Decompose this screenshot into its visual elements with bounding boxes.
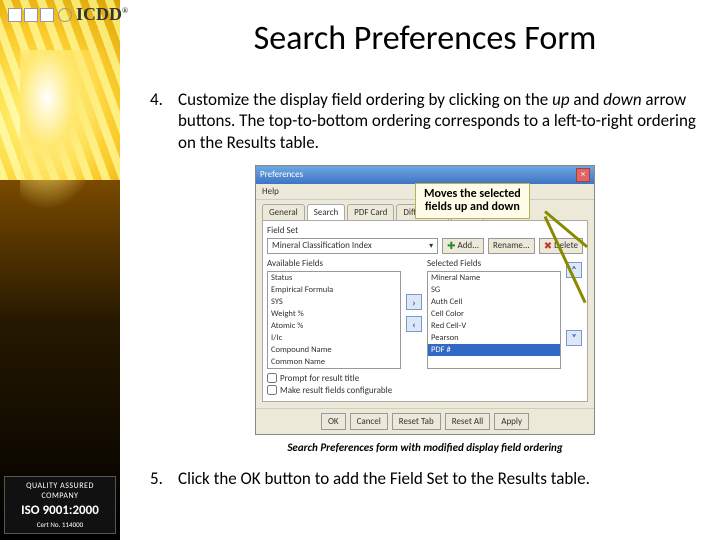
- reset-all-button[interactable]: Reset All: [445, 413, 491, 430]
- reset-tab-button[interactable]: Reset Tab: [392, 413, 441, 430]
- list-item[interactable]: Cell Color: [428, 308, 560, 320]
- dialog-title: Preferences: [260, 169, 303, 180]
- list-item[interactable]: Common Name: [268, 356, 400, 368]
- badge-iso: ISO 9001:2000: [7, 503, 113, 518]
- move-right-button[interactable]: ›: [406, 294, 422, 310]
- tab-search[interactable]: Search: [307, 204, 345, 220]
- add-button[interactable]: ✚Add...: [442, 238, 484, 254]
- callout-annotation: Moves the selected fields up and down: [415, 183, 530, 219]
- close-icon[interactable]: ×: [576, 168, 590, 182]
- ok-button[interactable]: OK: [321, 413, 346, 430]
- badge-line1: QUALITY ASSURED COMPANY: [7, 481, 113, 501]
- list-item[interactable]: SYS: [268, 296, 400, 308]
- list-item[interactable]: Author: [268, 368, 400, 369]
- fieldset-combo[interactable]: Mineral Classification Index ▾: [267, 238, 438, 254]
- tab-general[interactable]: General: [262, 204, 305, 220]
- list-item[interactable]: Compound Name: [268, 344, 400, 356]
- brand-text: ICDD: [76, 4, 122, 24]
- list-item[interactable]: Empirical Formula: [268, 284, 400, 296]
- step-5-body: Click the OK button to add the Field Set…: [178, 468, 700, 489]
- step-4-number: 4.: [150, 89, 178, 153]
- dialog-titlebar[interactable]: Preferences ×: [256, 166, 594, 184]
- list-item[interactable]: PDF #: [428, 344, 560, 356]
- chevron-down-icon: ▾: [429, 241, 433, 251]
- list-item[interactable]: Status: [268, 272, 400, 284]
- available-fields-list[interactable]: Status Empirical Formula SYS Weight % At…: [267, 271, 401, 369]
- list-item[interactable]: Weight %: [268, 308, 400, 320]
- step-4: 4. Customize the display field ordering …: [150, 89, 700, 153]
- selected-fields-list[interactable]: Mineral Name SG Auth Cell Cell Color Red…: [427, 271, 561, 369]
- quality-badge: QUALITY ASSURED COMPANY ISO 9001:2000 Ce…: [4, 476, 116, 534]
- list-item[interactable]: I/Ic: [268, 332, 400, 344]
- move-left-button[interactable]: ‹: [406, 316, 422, 332]
- callout-line2: fields up and down: [424, 201, 521, 214]
- list-item[interactable]: Pearson: [428, 332, 560, 344]
- list-item[interactable]: SG: [428, 284, 560, 296]
- move-down-button[interactable]: ˅: [566, 330, 582, 346]
- list-item[interactable]: Atomic %: [268, 320, 400, 332]
- step-5: 5. Click the OK button to add the Field …: [150, 468, 700, 489]
- cancel-button[interactable]: Cancel: [350, 413, 388, 430]
- apply-button[interactable]: Apply: [494, 413, 529, 430]
- plus-icon: ✚: [447, 239, 455, 252]
- rename-button[interactable]: Rename...: [488, 238, 535, 254]
- configurable-fields-checkbox[interactable]: Make result fields configurable: [267, 385, 583, 396]
- list-item[interactable]: Mineral Name: [428, 272, 560, 284]
- registered-mark: ®: [122, 6, 128, 15]
- step-4-body: Customize the display field ordering by …: [178, 89, 700, 153]
- figure-caption: Search Preferences form with modified di…: [150, 441, 700, 454]
- prompt-title-checkbox[interactable]: Prompt for result title: [267, 373, 583, 384]
- icdd-logo: ICDD®: [8, 4, 128, 25]
- badge-cert: Cert No. 114000: [7, 520, 113, 529]
- list-item[interactable]: Auth Cell: [428, 296, 560, 308]
- step-5-number: 5.: [150, 468, 178, 489]
- menu-help[interactable]: Help: [262, 186, 279, 197]
- fieldset-label: Field Set: [267, 225, 583, 236]
- combo-value: Mineral Classification Index: [272, 240, 372, 251]
- chevron-down-icon: ˅: [571, 331, 576, 344]
- decorative-glow: [20, 50, 110, 210]
- x-icon: ✖: [544, 239, 552, 252]
- available-fields-label: Available Fields: [267, 258, 401, 269]
- dialog-button-row: OK Cancel Reset Tab Reset All Apply: [256, 408, 594, 434]
- callout-line1: Moves the selected: [424, 188, 521, 201]
- selected-fields-label: Selected Fields: [427, 258, 561, 269]
- page-title: Search Preferences Form: [150, 18, 700, 59]
- tab-pdfcard[interactable]: PDF Card: [347, 204, 394, 220]
- list-item[interactable]: Red Cell-V: [428, 320, 560, 332]
